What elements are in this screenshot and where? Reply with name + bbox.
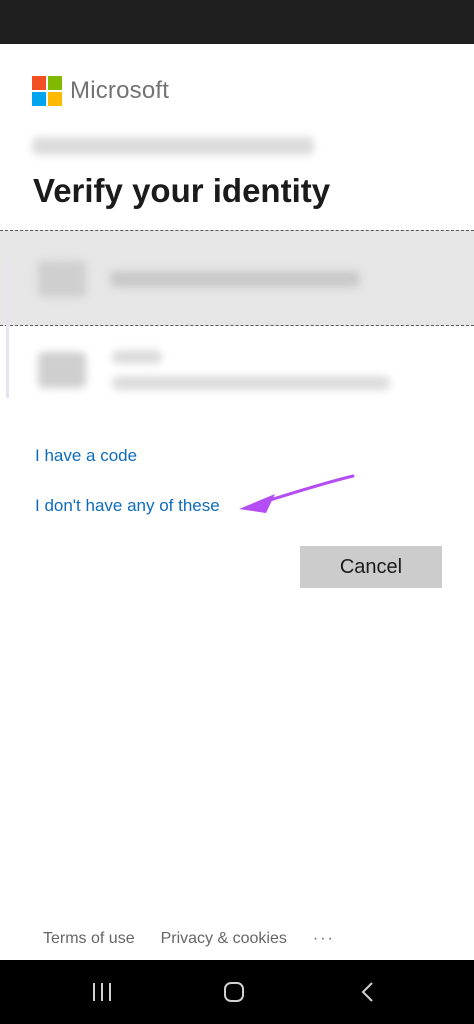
dont-have-any-link[interactable]: I don't have any of these <box>35 496 220 516</box>
back-icon[interactable] <box>356 980 380 1004</box>
footer: Terms of use Privacy & cookies ··· <box>43 930 361 948</box>
recent-apps-icon[interactable] <box>90 980 114 1004</box>
privacy-cookies-link[interactable]: Privacy & cookies <box>161 930 287 948</box>
verification-option-1[interactable] <box>0 230 474 327</box>
account-email-redacted <box>32 137 314 155</box>
page-title: Verify your identity <box>33 172 331 209</box>
email-option-icon <box>38 352 86 388</box>
logo-text: Microsoft <box>70 77 170 104</box>
status-bar <box>0 0 474 44</box>
navigation-bar <box>0 960 474 1024</box>
cancel-button[interactable]: Cancel <box>300 546 442 588</box>
option-1-text-redacted <box>110 271 360 287</box>
option-accent <box>6 257 9 327</box>
option-accent <box>6 326 9 398</box>
microsoft-logo-icon <box>32 76 62 106</box>
terms-of-use-link[interactable]: Terms of use <box>43 930 135 948</box>
verification-option-2[interactable] <box>0 326 410 412</box>
have-code-link[interactable]: I have a code <box>35 446 137 466</box>
annotation-arrow-icon <box>239 474 355 513</box>
email-option-icon <box>38 261 86 297</box>
more-options-button[interactable]: ··· <box>313 930 335 948</box>
microsoft-logo: Microsoft <box>32 76 169 106</box>
option-2-text-redacted <box>112 376 390 390</box>
home-icon[interactable] <box>222 980 246 1004</box>
option-2-label-redacted <box>112 350 162 364</box>
